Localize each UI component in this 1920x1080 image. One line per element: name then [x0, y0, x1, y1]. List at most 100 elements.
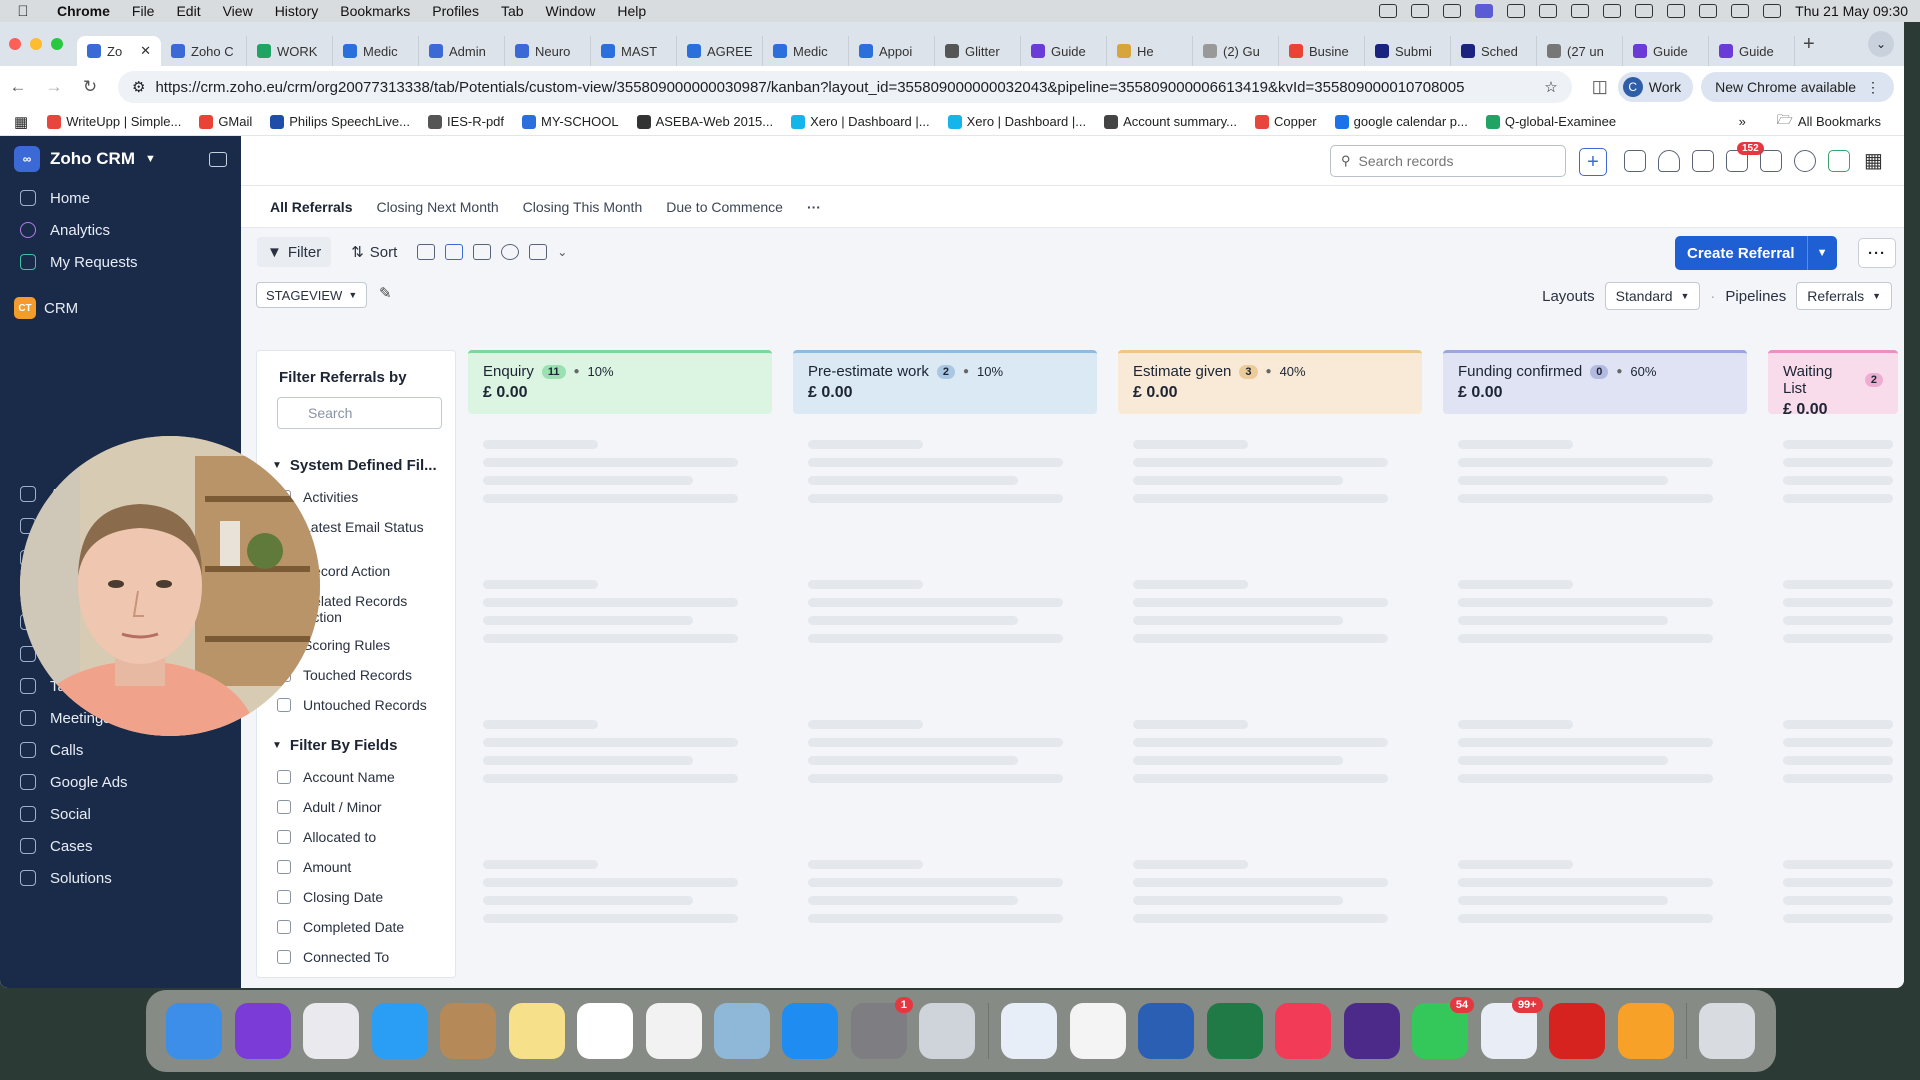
bookmark-item[interactable]: Xero | Dashboard |...: [939, 114, 1095, 129]
menu-help[interactable]: Help: [606, 3, 657, 19]
chrome-icon[interactable]: [1069, 1003, 1126, 1059]
bookmark-item[interactable]: IES-R-pdf: [419, 114, 513, 129]
bookmark-item[interactable]: WriteUpp | Simple...: [38, 114, 190, 129]
sort-button[interactable]: ⇅ Sort: [341, 237, 407, 267]
browser-tab[interactable]: Medic: [333, 36, 419, 66]
q-global-icon[interactable]: [1343, 1003, 1400, 1059]
edit-pencil-icon[interactable]: ✎: [379, 284, 392, 302]
menu-tab[interactable]: Tab: [490, 3, 535, 19]
profile-button[interactable]: C Work: [1617, 72, 1694, 102]
menu-edit[interactable]: Edit: [165, 3, 211, 19]
stage-column-header[interactable]: Funding confirmed 0 ● 60% £ 0.00: [1443, 350, 1747, 414]
excel-icon[interactable]: [1206, 1003, 1263, 1059]
trash-icon[interactable]: [1699, 1003, 1756, 1059]
facetime-icon[interactable]: 54: [1412, 997, 1475, 1059]
bookmark-item[interactable]: Account summary...: [1095, 114, 1246, 129]
app-store-icon[interactable]: [782, 1003, 839, 1059]
more-actions-button[interactable]: ···: [1858, 238, 1896, 268]
volume-icon[interactable]: [1571, 4, 1590, 18]
sidebar-item-my-requests[interactable]: My Requests: [0, 246, 241, 278]
apps-grid-icon[interactable]: ▦: [0, 113, 38, 131]
menu-app-name[interactable]: Chrome: [46, 3, 121, 19]
pipelines-select[interactable]: Referrals ▼: [1796, 282, 1892, 310]
site-info-icon[interactable]: ⚙: [132, 78, 145, 96]
browser-tab[interactable]: Submi: [1365, 36, 1451, 66]
apps-grid-icon[interactable]: ▦: [1864, 148, 1883, 173]
zoom-window-button[interactable]: [51, 38, 63, 50]
filter-option[interactable]: Account Name: [277, 769, 447, 785]
filter-option[interactable]: Touched Records: [277, 667, 447, 683]
sidebar-item-cases[interactable]: Cases: [0, 830, 241, 862]
status-icon[interactable]: [1379, 4, 1398, 18]
sidebar-toggle-icon[interactable]: [209, 151, 227, 167]
pages-icon[interactable]: [1617, 1003, 1674, 1059]
browser-tab[interactable]: Medic: [763, 36, 849, 66]
filter-option[interactable]: Closing Date: [277, 889, 447, 905]
siri-icon[interactable]: [1763, 4, 1782, 18]
translate-icon[interactable]: [1624, 150, 1646, 172]
browser-tab[interactable]: He: [1107, 36, 1193, 66]
bookmark-item[interactable]: Copper: [1246, 114, 1326, 129]
search-box[interactable]: ⚲: [1330, 145, 1566, 177]
filter-option[interactable]: Completed Date: [277, 919, 447, 935]
field-filters-header[interactable]: ▼ Filter By Fields: [272, 737, 397, 754]
menu-profiles[interactable]: Profiles: [421, 3, 490, 19]
browser-tab[interactable]: MAST: [591, 36, 677, 66]
filter-option[interactable]: Untouched Records: [277, 697, 447, 713]
browser-tab[interactable]: Appoi: [849, 36, 935, 66]
status-icon[interactable]: [1539, 4, 1558, 18]
bookmark-item[interactable]: GMail: [190, 114, 261, 129]
checkbox[interactable]: [277, 920, 291, 934]
bookmark-item[interactable]: google calendar p...: [1326, 114, 1477, 129]
create-referral-button[interactable]: Create Referral: [1675, 236, 1807, 270]
crm-module-header[interactable]: CT CRM: [0, 288, 241, 328]
contacts-icon[interactable]: [440, 1003, 497, 1059]
browser-tab[interactable]: Glitter: [935, 36, 1021, 66]
browser-tab[interactable]: Zoho C: [161, 36, 247, 66]
chart-view-icon[interactable]: [501, 244, 520, 260]
all-bookmarks-folder[interactable]: 🗁 All Bookmarks: [1768, 111, 1890, 133]
omnibox[interactable]: ⚙ https://crm.zoho.eu/crm/org20077313338…: [118, 71, 1572, 103]
notes-icon[interactable]: [508, 1003, 565, 1059]
stageview-select[interactable]: STAGEVIEW ▼: [256, 282, 368, 308]
browser-tab[interactable]: Sched: [1451, 36, 1537, 66]
bookmark-item[interactable]: Philips SpeechLive...: [261, 114, 419, 129]
iphone-mirroring-icon[interactable]: [919, 1003, 976, 1059]
clock[interactable]: Thu 21 May 09:30: [1795, 3, 1908, 19]
bookmark-star-icon[interactable]: ☆: [1544, 78, 1557, 96]
checkbox[interactable]: [277, 890, 291, 904]
screen-mirroring-icon[interactable]: [1475, 4, 1494, 18]
siri-icon[interactable]: [234, 1003, 291, 1059]
marketplace-icon[interactable]: [1760, 150, 1782, 172]
tab-all-referrals[interactable]: All Referrals: [258, 186, 364, 228]
browser-tab[interactable]: Guide: [1021, 36, 1107, 66]
control-center-icon[interactable]: [1731, 4, 1750, 18]
table-view-icon[interactable]: [473, 244, 492, 260]
notion-icon[interactable]: [645, 1003, 702, 1059]
extensions-icon[interactable]: ◫: [1582, 77, 1618, 97]
freeform-icon[interactable]: [577, 1003, 634, 1059]
more-bookmarks-icon[interactable]: »: [1739, 114, 1746, 129]
sheet-view-icon[interactable]: [529, 244, 548, 260]
checkbox[interactable]: [277, 830, 291, 844]
filter-search-input[interactable]: Search: [277, 397, 442, 429]
menu-view[interactable]: View: [212, 3, 264, 19]
sidebar-item-social[interactable]: Social: [0, 798, 241, 830]
sidebar-item-solutions[interactable]: Solutions: [0, 862, 241, 894]
apple-icon[interactable]: : [0, 3, 46, 20]
reload-icon[interactable]: ↻: [72, 77, 108, 97]
filter-option[interactable]: Activities: [277, 489, 447, 505]
menu-history[interactable]: History: [264, 3, 330, 19]
sidebar-item-home[interactable]: Home: [0, 182, 241, 214]
mail-icon[interactable]: 99+: [1480, 997, 1543, 1059]
new-tab-button[interactable]: +: [1803, 33, 1815, 56]
filter-option[interactable]: Adult / Minor: [277, 799, 447, 815]
wifi-icon[interactable]: [1667, 4, 1686, 18]
stage-column-header[interactable]: Enquiry 11 ● 10% £ 0.00: [468, 350, 772, 414]
dropbox-icon[interactable]: [1411, 4, 1430, 18]
bookmark-item[interactable]: MY-SCHOOL: [513, 114, 628, 129]
sidebar-item-analytics[interactable]: Analytics: [0, 214, 241, 246]
bookmark-item[interactable]: Q-global-Examinee: [1477, 114, 1625, 129]
filter-option[interactable]: Connected To: [277, 949, 447, 965]
create-dropdown-button[interactable]: ▼: [1806, 236, 1837, 270]
